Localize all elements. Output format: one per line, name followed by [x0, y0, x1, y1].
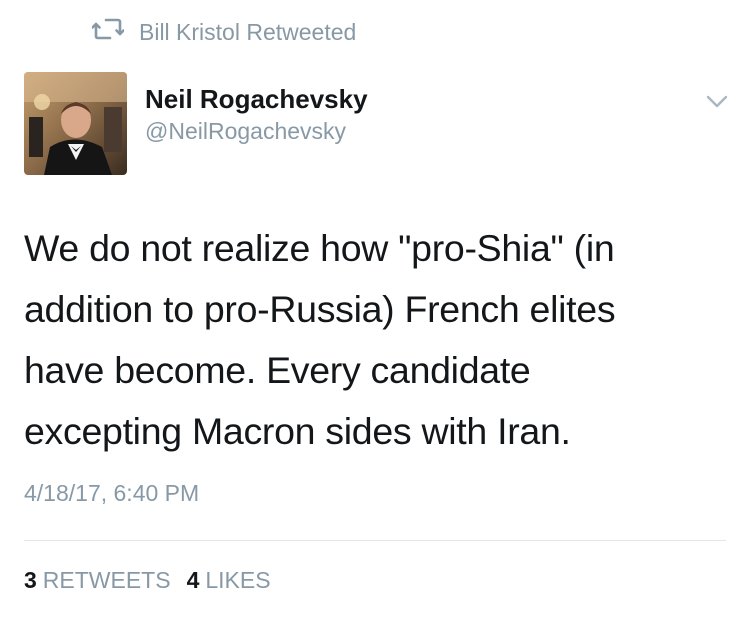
likes-label: LIKES — [205, 567, 271, 593]
tweet-text-line: have become. Every candidate — [24, 349, 531, 391]
retweet-icon — [91, 16, 139, 48]
likes-stat[interactable]: 4 LIKES — [187, 567, 271, 594]
tweet-stats: 3 RETWEETS 4 LIKES — [24, 567, 271, 594]
chevron-down-icon — [706, 95, 728, 114]
retweet-context-text: Bill Kristol Retweeted — [139, 18, 357, 45]
retweets-label: RETWEETS — [42, 567, 171, 593]
divider — [24, 540, 726, 541]
tweet-text: We do not realize how "pro-Shia" (in add… — [24, 218, 724, 462]
avatar[interactable] — [24, 72, 127, 175]
likes-count: 4 — [186, 567, 200, 593]
retweets-stat[interactable]: 3 RETWEETS — [24, 567, 171, 594]
tweet-text-line: excepting Macron sides with Iran. — [24, 410, 571, 452]
author-block[interactable]: Neil Rogachevsky @NeilRogachevsky — [145, 83, 368, 145]
author-name[interactable]: Neil Rogachevsky — [145, 83, 368, 115]
tweet-text-line: We do not realize how "pro-Shia" (in — [24, 227, 615, 269]
tweet-menu-button[interactable] — [700, 92, 734, 116]
tweet-timestamp[interactable]: 4/18/17, 6:40 PM — [24, 480, 199, 507]
tweet-text-line: addition to pro-Russia) French elites — [24, 288, 616, 330]
retweets-count: 3 — [24, 567, 37, 593]
author-handle[interactable]: @NeilRogachevsky — [145, 117, 368, 145]
retweet-context[interactable]: Bill Kristol Retweeted — [91, 15, 357, 49]
